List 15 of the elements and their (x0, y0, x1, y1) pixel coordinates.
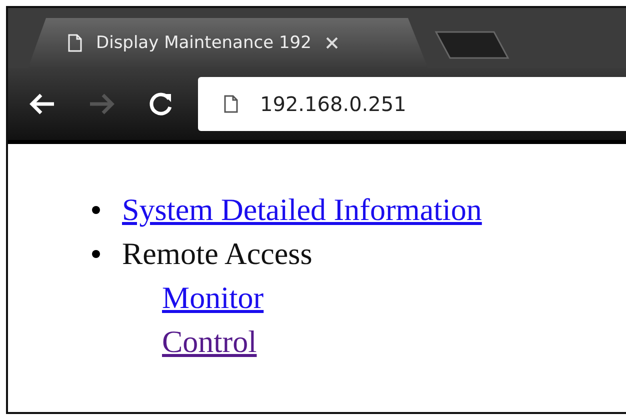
new-tab-button[interactable] (434, 30, 510, 60)
reload-icon[interactable] (148, 91, 174, 117)
back-icon[interactable] (28, 92, 56, 116)
link[interactable]: Monitor (162, 280, 264, 316)
page-icon (224, 95, 238, 113)
tab-title: Display Maintenance 192 (96, 33, 312, 53)
link[interactable]: Control (162, 324, 257, 360)
list-item-text: Remote Access (122, 236, 312, 272)
page-icon (68, 34, 82, 52)
bullet-icon (92, 250, 100, 258)
link[interactable]: System Detailed Information (122, 192, 482, 228)
address-bar[interactable]: 192.168.0.251 (198, 77, 626, 131)
bullet-icon (92, 206, 100, 214)
url-text: 192.168.0.251 (260, 92, 406, 116)
close-icon[interactable] (325, 36, 340, 50)
